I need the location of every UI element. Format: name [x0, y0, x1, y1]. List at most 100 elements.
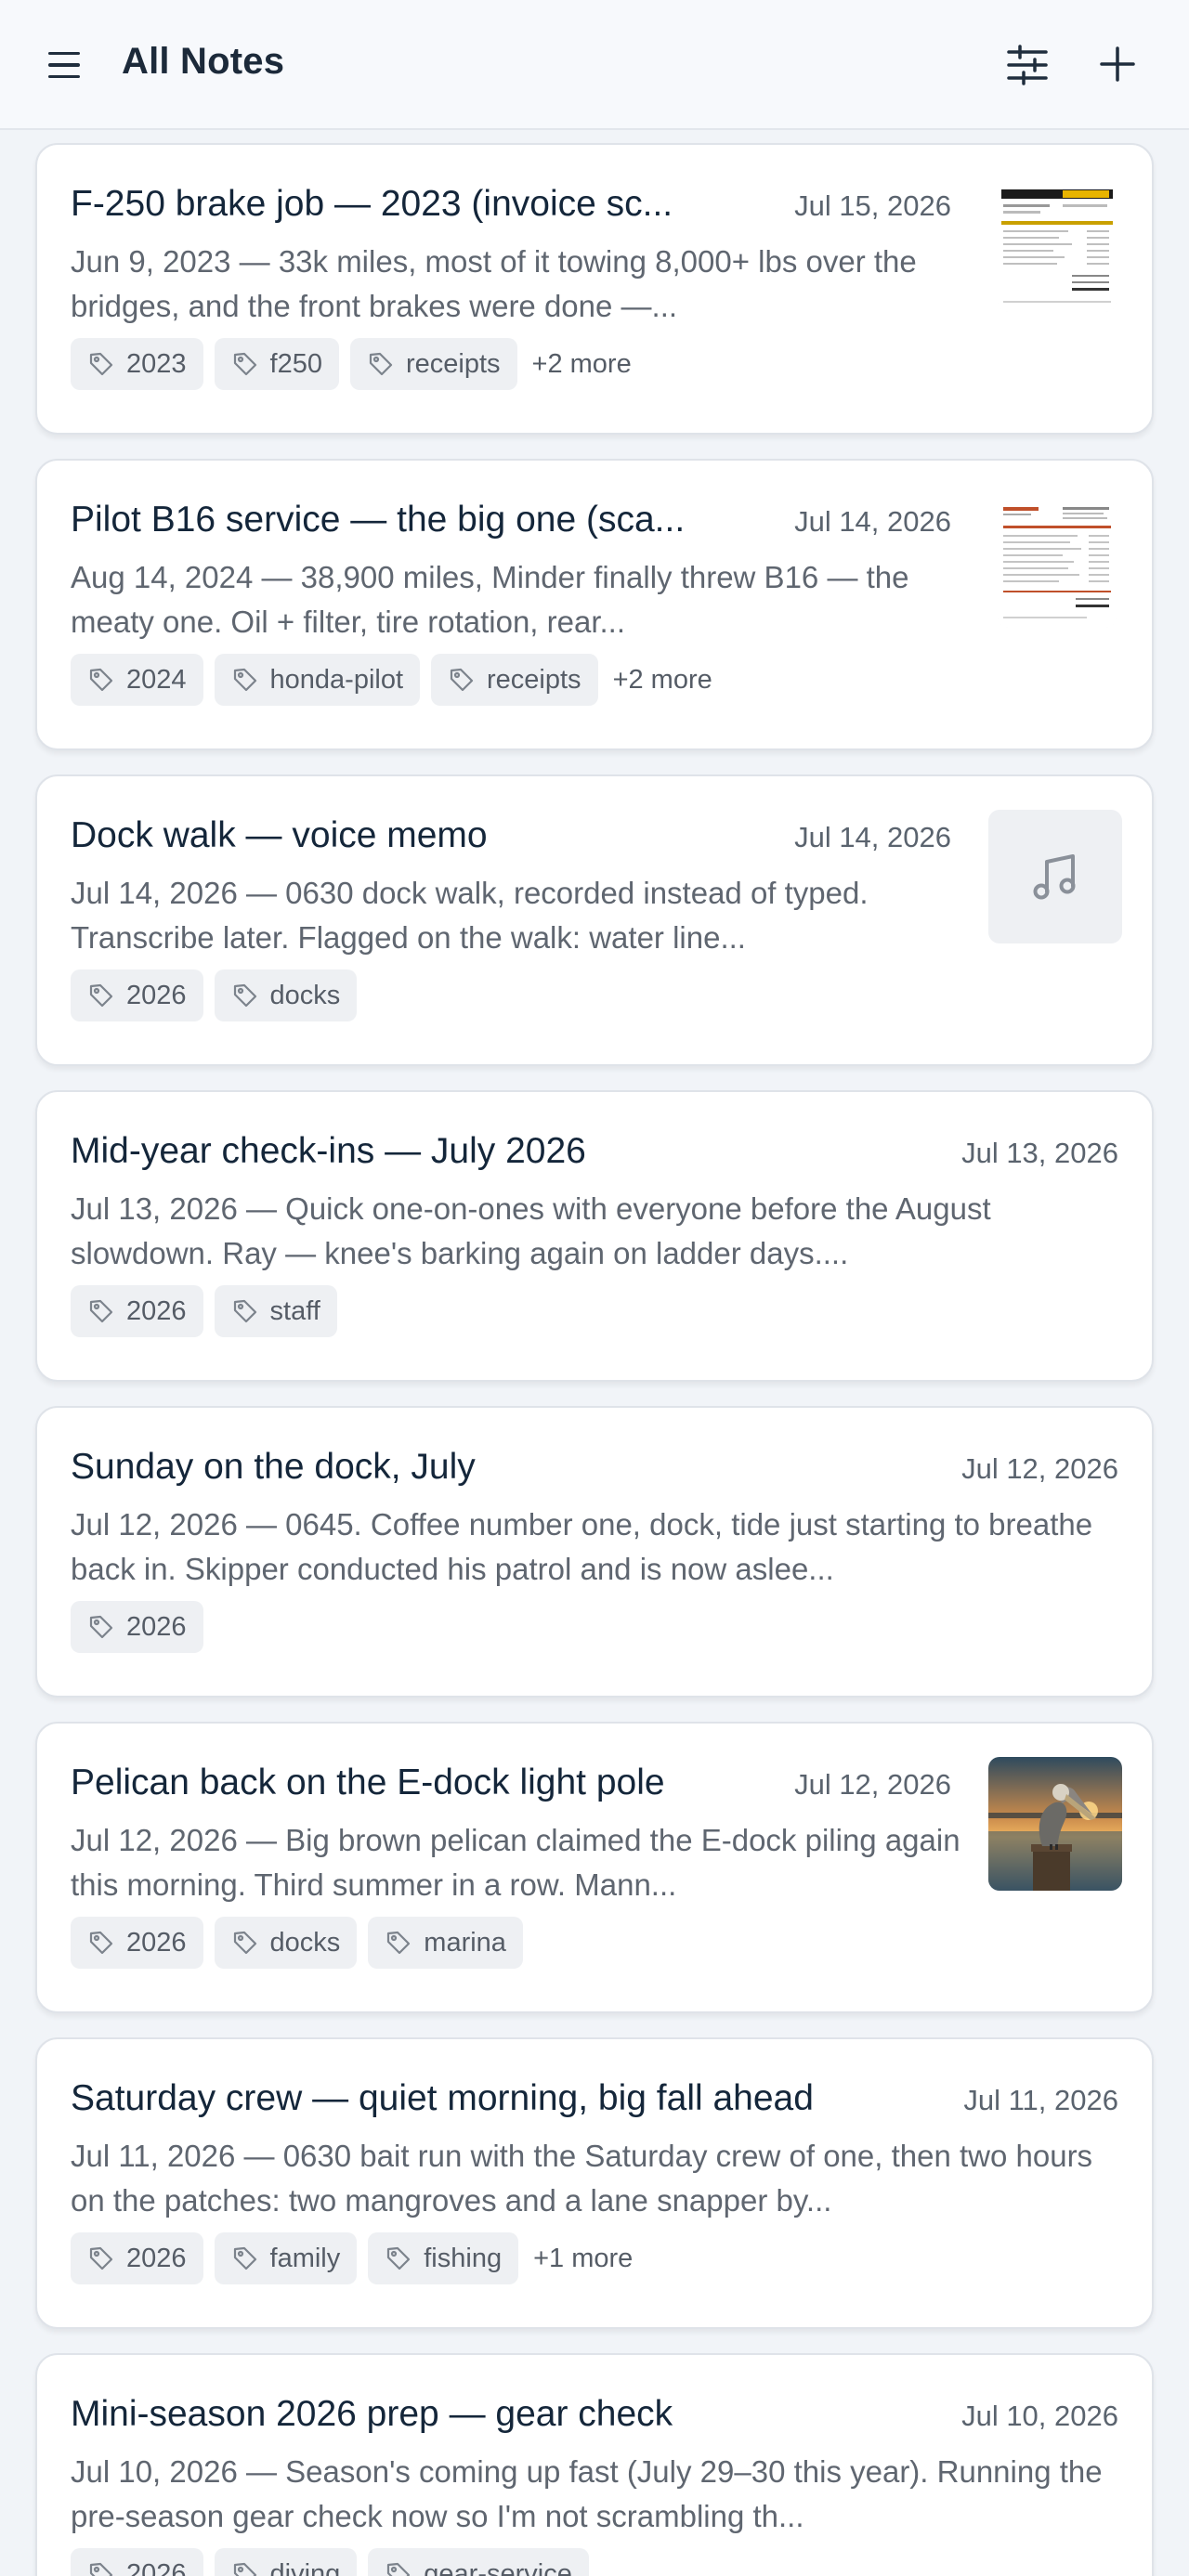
note-date: Jul 11, 2026: [963, 2084, 1118, 2116]
tag-list: 2026 family fishing +1 more: [71, 2232, 633, 2284]
tag-chip[interactable]: family: [214, 2232, 358, 2284]
tag-label: docks: [269, 980, 341, 1010]
tag-chip[interactable]: diving: [214, 2548, 358, 2576]
tag-label: receipts: [405, 348, 501, 379]
tag-chip[interactable]: 2026: [71, 1601, 203, 1653]
note-card[interactable]: Mid-year check-ins — July 2026 Jul 13, 2…: [35, 1090, 1154, 1382]
note-date: Jul 12, 2026: [794, 1768, 951, 1801]
hamburger-menu-icon[interactable]: [48, 45, 95, 85]
tag-chip[interactable]: staff: [214, 1285, 337, 1337]
tag-chip[interactable]: 2026: [71, 1285, 203, 1337]
note-preview: Jul 14, 2026 — 0630 dock walk, recorded …: [71, 876, 869, 955]
tag-chip[interactable]: 2024: [71, 654, 203, 706]
tag-list: 2026 staff: [71, 1285, 337, 1337]
tag-icon: [89, 352, 113, 376]
note-preview: Jul 10, 2026 — Season's coming up fast (…: [71, 2454, 1103, 2533]
tag-chip[interactable]: 2026: [71, 1917, 203, 1969]
note-title: Pelican back on the E-dock light pole: [71, 1763, 665, 1802]
tag-icon: [233, 352, 256, 376]
note-card[interactable]: Saturday crew — quiet morning, big fall …: [35, 2037, 1154, 2329]
tag-chip[interactable]: 2026: [71, 2548, 203, 2576]
tag-chip[interactable]: 2023: [71, 338, 203, 390]
note-date: Jul 10, 2026: [961, 2400, 1118, 2432]
tag-label: 2026: [126, 2558, 187, 2576]
note-card[interactable]: Pilot B16 service — the big one (sca... …: [35, 459, 1154, 750]
tag-list: 2026 diving gear-service: [71, 2548, 589, 2576]
tag-label: f250: [269, 348, 322, 379]
tag-icon: [233, 1931, 256, 1955]
tag-icon: [89, 2246, 113, 2270]
tag-label: gear-service: [424, 2558, 572, 2576]
music-note-icon: [1033, 854, 1076, 900]
note-title: F-250 brake job — 2023 (invoice sc...: [71, 184, 673, 224]
tag-label: 2023: [126, 348, 187, 379]
tag-label: honda-pilot: [269, 664, 404, 695]
note-card[interactable]: Pelican back on the E-dock light pole Ju…: [35, 1722, 1154, 2013]
more-tags-label[interactable]: +2 more: [532, 349, 632, 380]
tag-icon: [233, 1299, 256, 1323]
tag-icon: [89, 668, 113, 692]
tag-chip[interactable]: docks: [214, 1917, 358, 1969]
note-card[interactable]: Mini-season 2026 prep — gear check Jul 1…: [35, 2353, 1154, 2576]
tag-icon: [369, 352, 393, 376]
note-card[interactable]: F-250 brake job — 2023 (invoice sc... Ju…: [35, 143, 1154, 435]
tag-icon: [233, 2562, 256, 2576]
tag-icon: [387, 2562, 411, 2576]
tag-chip[interactable]: fishing: [368, 2232, 519, 2284]
tag-label: marina: [424, 1927, 506, 1958]
tag-chip[interactable]: honda-pilot: [214, 654, 421, 706]
more-tags-label[interactable]: +2 more: [613, 665, 712, 696]
tag-label: 2026: [126, 1927, 187, 1958]
note-preview: Jul 12, 2026 — Big brown pelican claimed…: [71, 1823, 960, 1902]
tag-chip[interactable]: marina: [368, 1917, 523, 1969]
tag-label: diving: [269, 2558, 341, 2576]
tag-icon: [89, 2562, 113, 2576]
tag-icon: [89, 983, 113, 1008]
note-card[interactable]: Sunday on the dock, July Jul 12, 2026 Ju…: [35, 1406, 1154, 1698]
note-preview: Jun 9, 2023 — 33k miles, most of it towi…: [71, 244, 917, 323]
pelican-photo: [988, 1757, 1122, 1891]
tag-chip[interactable]: 2026: [71, 2232, 203, 2284]
tag-label: fishing: [424, 2243, 503, 2273]
plus-icon[interactable]: [1096, 43, 1139, 85]
note-title: Pilot B16 service — the big one (sca...: [71, 500, 686, 540]
tag-list: 2024 honda-pilot receipts +2 more: [71, 654, 712, 706]
tag-label: family: [269, 2243, 341, 2273]
note-preview: Jul 12, 2026 — 0645. Coffee number one, …: [71, 1507, 1093, 1586]
tag-icon: [387, 1931, 411, 1955]
tag-label: 2026: [126, 1295, 187, 1326]
tag-chip[interactable]: receipts: [431, 654, 598, 706]
tag-list: 2026: [71, 1601, 203, 1653]
tag-label: 2026: [126, 1611, 187, 1642]
tag-chip[interactable]: receipts: [349, 338, 517, 390]
tag-label: receipts: [487, 664, 581, 695]
note-title: Saturday crew — quiet morning, big fall …: [71, 2078, 814, 2118]
sliders-icon[interactable]: [1005, 43, 1050, 87]
tag-label: staff: [269, 1295, 320, 1326]
page-title: All Notes: [122, 41, 285, 82]
note-preview: Jul 13, 2026 — Quick one-on-ones with ev…: [71, 1191, 991, 1270]
more-tags-label[interactable]: +1 more: [533, 2244, 633, 2274]
tag-list: 2026 docks: [71, 969, 358, 1021]
note-card[interactable]: Dock walk — voice memo Jul 14, 2026 Jul …: [35, 774, 1154, 1066]
tag-label: 2026: [126, 980, 187, 1010]
tag-chip[interactable]: gear-service: [368, 2548, 589, 2576]
note-date: Jul 14, 2026: [794, 821, 951, 853]
note-date: Jul 13, 2026: [961, 1137, 1118, 1169]
tag-icon: [89, 1931, 113, 1955]
tag-label: 2026: [126, 2243, 187, 2273]
note-preview: Aug 14, 2024 — 38,900 miles, Minder fina…: [71, 560, 909, 639]
tag-icon: [233, 983, 256, 1008]
tag-icon: [387, 2246, 411, 2270]
invoice-thumbnail: [998, 501, 1117, 628]
audio-thumbnail: [988, 810, 1122, 943]
tag-label: 2024: [126, 664, 187, 695]
tag-chip[interactable]: 2026: [71, 969, 203, 1021]
note-title: Sunday on the dock, July: [71, 1447, 476, 1487]
invoice-thumbnail: [998, 186, 1117, 312]
app-header: All Notes: [0, 0, 1189, 130]
tag-chip[interactable]: docks: [214, 969, 358, 1021]
tag-chip[interactable]: f250: [214, 338, 339, 390]
note-title: Dock walk — voice memo: [71, 815, 488, 855]
note-date: Jul 12, 2026: [961, 1452, 1118, 1485]
